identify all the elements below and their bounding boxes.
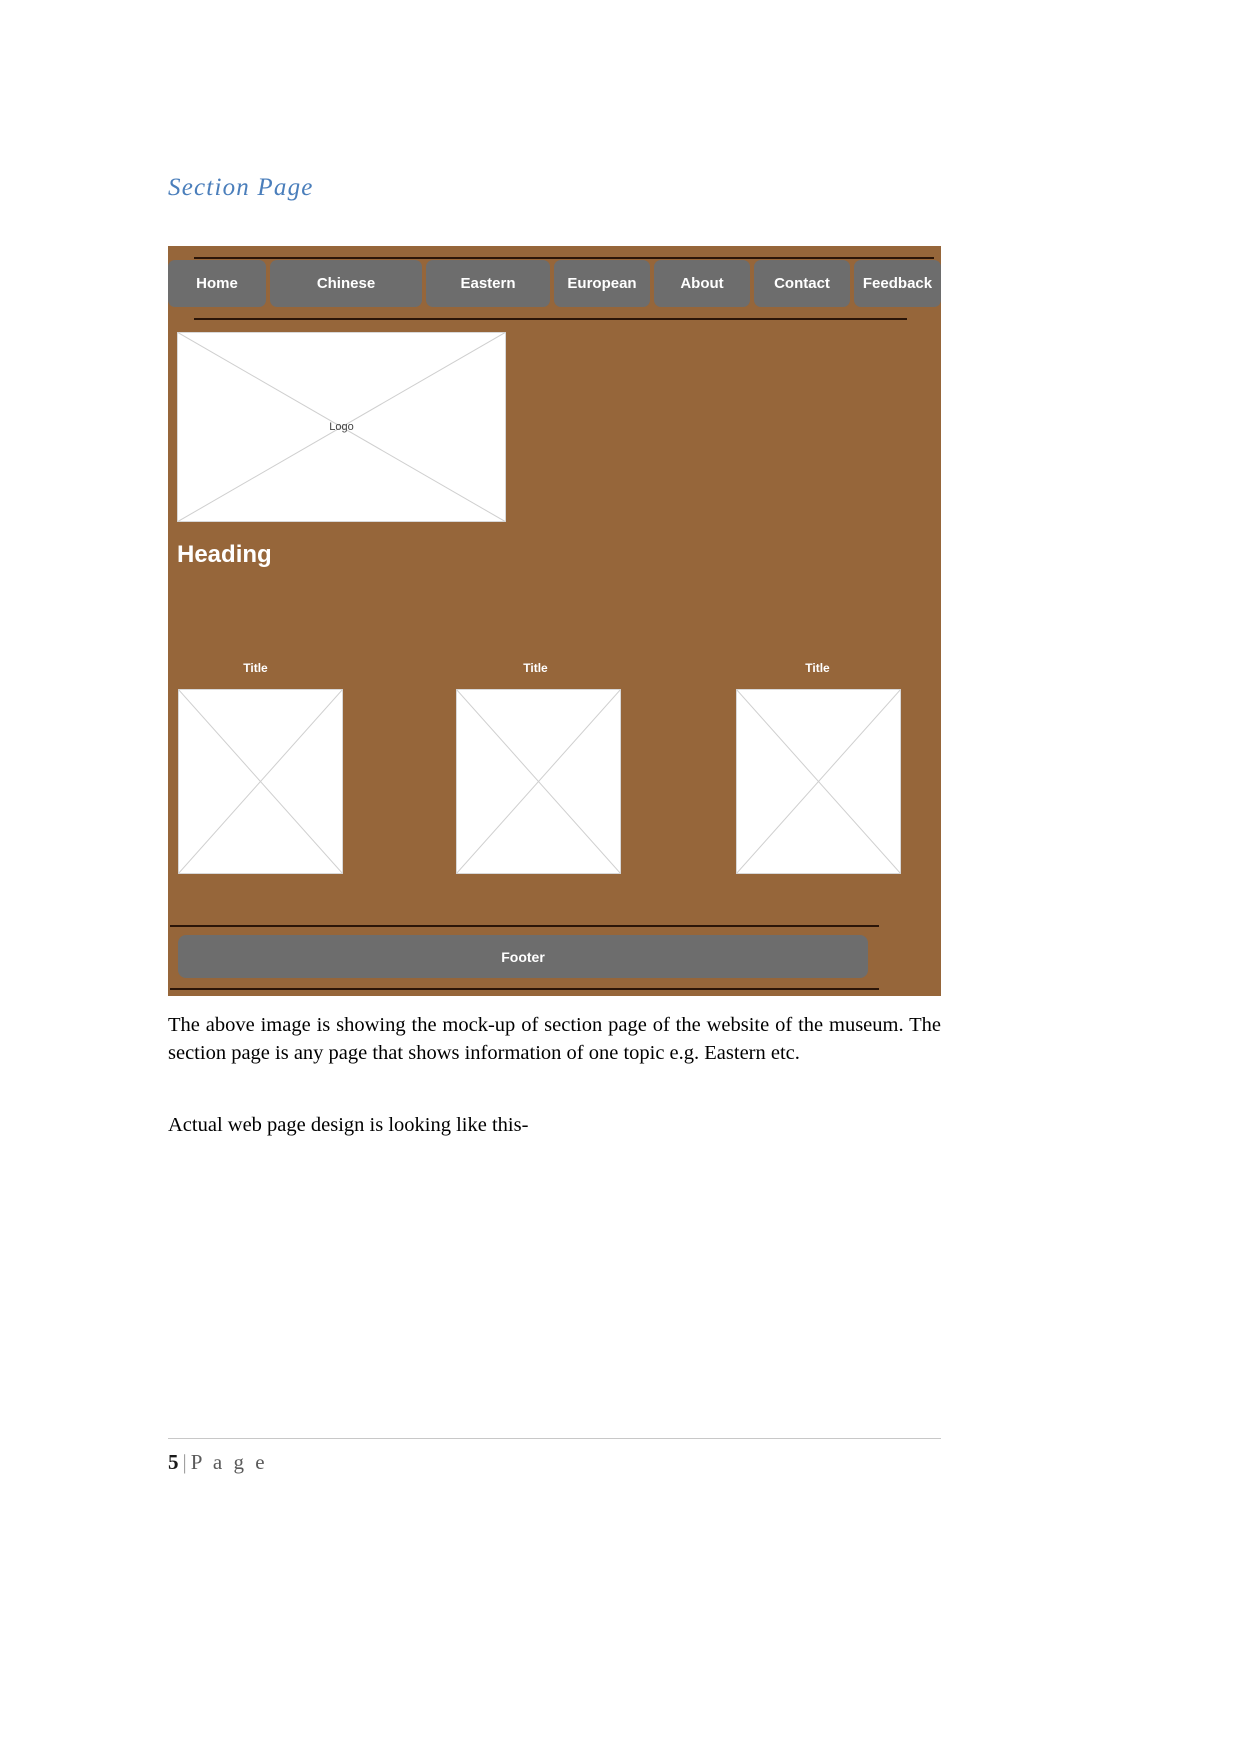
placeholder-cross-icon [178,689,343,874]
mockup-bottom-divider [170,988,879,990]
body-paragraph-1: The above image is showing the mock-up o… [168,1014,941,1064]
page-footer-word: P a g e [190,1450,268,1474]
card-image-placeholder [456,689,621,874]
nav-top-divider [194,257,934,259]
page-footer: 5 | P a g e [168,1450,268,1475]
nav-item-label: About [680,275,724,292]
mockup-footer-label: Footer [501,948,545,965]
card-item: Title [174,661,427,874]
logo-label: Logo [329,421,354,433]
footer-top-divider [170,925,879,927]
nav-item-eastern[interactable]: Eastern [426,260,550,307]
page-title: Section Page [168,174,314,201]
mockup-canvas: Home Chinese Eastern European About Cont… [168,246,941,996]
card-item: Title [680,661,933,874]
page-number: 5 [168,1450,179,1474]
mockup-navbar: Home Chinese Eastern European About Cont… [168,260,941,307]
page-footer-divider [168,1438,941,1439]
nav-item-about[interactable]: About [654,260,750,307]
nav-item-label: Home [196,275,238,292]
nav-item-label: Feedback [862,275,933,292]
mockup-screenshot: Home Chinese Eastern European About Cont… [168,246,941,996]
mockup-heading: Heading [177,541,272,568]
page-footer-separator: | [182,1450,187,1474]
card-title: Title [523,661,548,675]
placeholder-cross-icon [456,689,621,874]
nav-item-contact[interactable]: Contact [754,260,850,307]
nav-item-european[interactable]: European [554,260,650,307]
body-paragraph-2: Actual web page design is looking like t… [168,1114,529,1136]
card-image-placeholder [178,689,343,874]
nav-bottom-divider [194,318,907,320]
card-title: Title [243,661,268,675]
nav-item-label: European [567,275,637,292]
mockup-footer-bar[interactable]: Footer [178,935,868,978]
nav-item-label: Contact [774,275,830,292]
mockup-card-row: Title Title Title [174,661,934,874]
card-image-placeholder [736,689,901,874]
placeholder-cross-icon [736,689,901,874]
nav-item-label: Eastern [460,275,516,292]
card-title: Title [805,661,830,675]
logo-placeholder: Logo [177,332,506,522]
nav-item-label: Chinese [316,275,376,292]
nav-item-chinese[interactable]: Chinese [270,260,422,307]
nav-item-home[interactable]: Home [168,260,266,307]
card-item: Title [427,661,680,874]
nav-item-feedback[interactable]: Feedback [854,260,941,307]
document-page: Section Page Home Chinese Eastern Europe… [0,0,1241,1754]
